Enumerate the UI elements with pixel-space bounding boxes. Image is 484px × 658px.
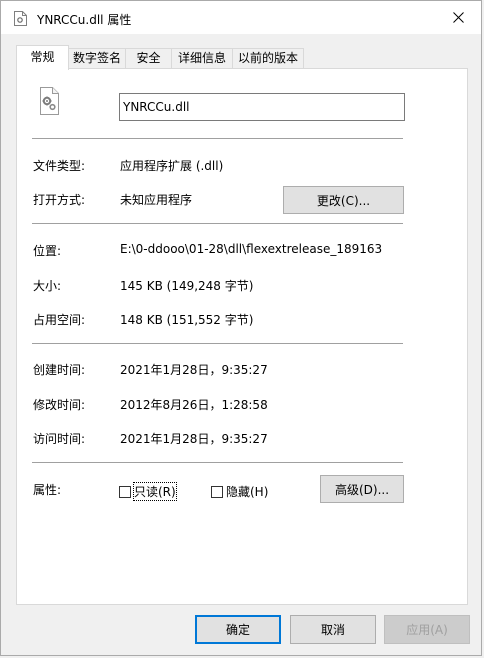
created-label: 创建时间: xyxy=(33,363,86,377)
tab-digital-signatures[interactable]: 数字签名 xyxy=(68,48,126,68)
file-name-field[interactable] xyxy=(119,93,405,121)
cancel-button[interactable]: 取消 xyxy=(290,615,376,644)
accessed-value: 2021年1月28日，9:35:27 xyxy=(120,432,268,446)
dll-gear-file-icon xyxy=(37,87,61,115)
close-icon xyxy=(452,12,464,23)
tab-details[interactable]: 详细信息 xyxy=(171,48,233,68)
divider xyxy=(32,462,403,463)
size-label: 大小: xyxy=(33,279,62,293)
readonly-checkbox[interactable]: 只读(R) xyxy=(119,482,177,501)
size-on-disk-label: 占用空间: xyxy=(33,313,86,327)
close-button[interactable] xyxy=(435,1,481,34)
divider xyxy=(32,343,403,344)
hidden-checkbox-box[interactable] xyxy=(211,485,223,498)
location-value: E:\0-ddooo\01-28\dll\flexextrelease_1891… xyxy=(120,242,383,256)
size-value: 145 KB (149,248 字节) xyxy=(120,279,254,293)
tab-previous-versions[interactable]: 以前的版本 xyxy=(232,48,304,68)
tab-security[interactable]: 安全 xyxy=(125,48,172,68)
title-bar: YNRCCu.dll 属性 xyxy=(1,1,481,34)
hidden-checkbox-label: 隐藏(H) xyxy=(226,485,269,499)
dll-file-icon xyxy=(14,11,27,26)
divider xyxy=(32,223,403,224)
modified-value: 2012年8月26日，1:28:58 xyxy=(120,398,268,412)
open-with-label: 打开方式: xyxy=(33,193,86,207)
divider xyxy=(32,138,403,139)
tab-general[interactable]: 常规 xyxy=(16,45,69,70)
modified-label: 修改时间: xyxy=(33,398,86,412)
created-value: 2021年1月28日，9:35:27 xyxy=(120,363,268,377)
apply-button[interactable]: 应用(A) xyxy=(384,615,470,644)
window-title: YNRCCu.dll 属性 xyxy=(37,13,132,27)
open-with-value: 未知应用程序 xyxy=(120,193,193,207)
readonly-checkbox-box[interactable] xyxy=(119,485,131,498)
hidden-checkbox[interactable]: 隐藏(H) xyxy=(211,483,268,500)
accessed-label: 访问时间: xyxy=(33,432,86,446)
properties-dialog: YNRCCu.dll 属性 常规 数字签名 安全 详细信息 以前的版本 文 xyxy=(0,0,482,656)
general-tab-panel: 文件类型: 应用程序扩展 (.dll) 打开方式: 未知应用程序 更改(C)..… xyxy=(16,68,468,605)
ok-button[interactable]: 确定 xyxy=(195,615,281,644)
advanced-button[interactable]: 高级(D)... xyxy=(320,475,404,503)
size-on-disk-value: 148 KB (151,552 字节) xyxy=(120,313,254,327)
file-type-value: 应用程序扩展 (.dll) xyxy=(120,159,224,173)
change-button[interactable]: 更改(C)... xyxy=(283,186,404,214)
location-label: 位置: xyxy=(33,244,62,258)
readonly-checkbox-label: 只读(R) xyxy=(133,482,177,501)
file-type-label: 文件类型: xyxy=(33,159,86,173)
attributes-label: 属性: xyxy=(33,483,62,497)
